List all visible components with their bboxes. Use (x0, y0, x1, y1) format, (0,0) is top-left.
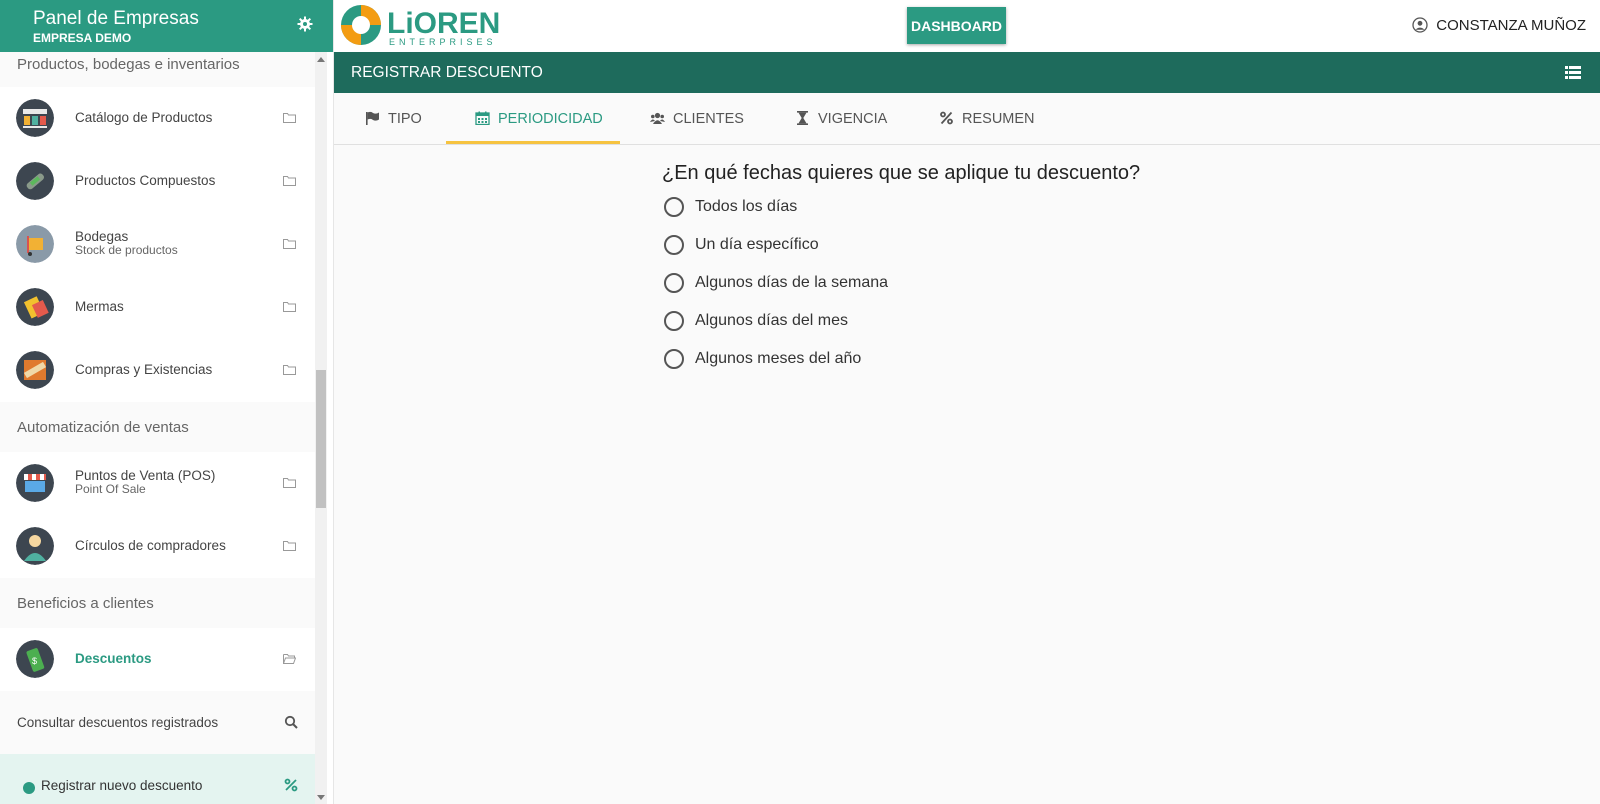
sidebar-item-label: Puntos de Venta (POS) Point Of Sale (75, 468, 216, 496)
tab-resumen[interactable]: RESUMEN (939, 93, 1049, 144)
folder-icon (283, 239, 296, 249)
sidebar-item-label: Mermas (75, 299, 124, 314)
periodicity-form: ¿En qué fechas quieres que se aplique tu… (662, 162, 1140, 387)
composite-products-icon (16, 162, 54, 200)
subitem-registrar-descuento[interactable]: Registrar nuevo descuento (0, 754, 320, 804)
sidebar-company: EMPRESA DEMO (33, 31, 132, 45)
users-icon (650, 112, 665, 124)
sidebar-item-label: Bodegas Stock de productos (75, 229, 178, 257)
sidebar-item-compuestos[interactable]: Productos Compuestos (0, 150, 320, 213)
sidebar-item-label: Círculos de compradores (75, 538, 226, 553)
folder-icon (283, 302, 296, 312)
tab-vigencia[interactable]: VIGENCIA (795, 93, 905, 144)
catalog-icon (16, 99, 54, 137)
folder-icon (283, 365, 296, 375)
list-menu-icon[interactable] (1565, 66, 1581, 79)
sidebar-item-pos[interactable]: Puntos de Venta (POS) Point Of Sale (0, 452, 320, 515)
chevron-circle-icon (23, 782, 35, 794)
sidebar-item-bodegas[interactable]: Bodegas Stock de productos (0, 213, 320, 276)
warehouse-icon (16, 225, 54, 263)
sidebar-item-sublabel: Point Of Sale (75, 482, 146, 496)
sidebar-header: Panel de Empresas EMPRESA DEMO (0, 0, 333, 52)
section-products: Productos, bodegas e inventarios (0, 52, 320, 87)
sidebar-item-sublabel: Stock de productos (75, 243, 178, 257)
folder-open-icon (283, 654, 296, 664)
option-label: Algunos días de la semana (695, 274, 889, 291)
tab-clientes[interactable]: CLIENTES (650, 93, 760, 144)
scrollbar-thumb[interactable] (316, 370, 326, 508)
radio-button[interactable] (664, 349, 684, 369)
user-circle-icon (1412, 17, 1428, 33)
buyers-circle-icon (16, 527, 54, 565)
flag-icon (366, 111, 379, 125)
radio-button[interactable] (664, 273, 684, 293)
subitem-label: Consultar descuentos registrados (17, 715, 219, 730)
svg-text:$: $ (32, 656, 37, 666)
sidebar-item-label: Compras y Existencias (75, 362, 213, 377)
sidebar-item-label: Descuentos (75, 651, 152, 666)
sidebar-item-mermas[interactable]: Mermas (0, 276, 320, 339)
user-name: CONSTANZA MUÑOZ (1436, 17, 1586, 34)
option-label: Todos los días (695, 198, 798, 215)
store-icon (16, 464, 54, 502)
folder-icon (283, 113, 296, 123)
purchases-icon (16, 351, 54, 389)
gear-icon[interactable] (297, 16, 313, 32)
option-label: Un día específico (695, 236, 819, 253)
lioren-logo[interactable]: LiOREN ENTERPRISES (339, 3, 519, 47)
top-bar: LiOREN ENTERPRISES DASHBOARD CONSTANZA M… (334, 0, 1600, 52)
sidebar-item-label: Productos Compuestos (75, 173, 216, 188)
radio-button[interactable] (664, 197, 684, 217)
sidebar-scrollbar[interactable] (315, 52, 327, 804)
sidebar-menu: Productos, bodegas e inventarios Catálog… (0, 52, 320, 804)
user-menu[interactable]: CONSTANZA MUÑOZ (1412, 17, 1586, 34)
folder-icon (283, 478, 296, 488)
subitem-label: Registrar nuevo descuento (41, 778, 203, 793)
option-dias-semana[interactable]: Algunos días de la semana (662, 273, 1140, 311)
sidebar-item-compras[interactable]: Compras y Existencias (0, 339, 320, 402)
sidebar-item-circulos[interactable]: Círculos de compradores (0, 515, 320, 578)
percent-icon (940, 111, 953, 125)
scroll-down-icon[interactable] (317, 795, 325, 800)
sidebar: Panel de Empresas EMPRESA DEMO Productos… (0, 0, 334, 804)
svg-text:ENTERPRISES: ENTERPRISES (389, 37, 497, 47)
option-dias-mes[interactable]: Algunos días del mes (662, 311, 1140, 349)
folder-icon (283, 541, 296, 551)
option-un-dia-especifico[interactable]: Un día específico (662, 235, 1140, 273)
wizard-tabs: TIPO PERIODICIDAD CLIENTES VIGENCIA RESU… (334, 93, 1600, 145)
search-icon (284, 715, 298, 729)
scroll-up-icon[interactable] (317, 57, 325, 62)
calendar-icon (475, 111, 490, 125)
option-label: Algunos meses del año (695, 350, 862, 367)
section-client-benefits: Beneficios a clientes (0, 578, 320, 628)
page-title-bar: REGISTRAR DESCUENTO (334, 52, 1600, 93)
hourglass-icon (797, 111, 808, 125)
tab-tipo[interactable]: TIPO (365, 93, 435, 144)
sidebar-title: Panel de Empresas (33, 8, 199, 29)
option-meses-anio[interactable]: Algunos meses del año (662, 349, 1140, 387)
radio-button[interactable] (664, 311, 684, 331)
tab-periodicidad[interactable]: PERIODICIDAD (446, 93, 620, 144)
page-title: REGISTRAR DESCUENTO (351, 64, 543, 81)
dashboard-button[interactable]: DASHBOARD (907, 7, 1006, 44)
option-label: Algunos días del mes (695, 312, 848, 329)
discount-tag-icon: $ (16, 640, 54, 678)
svg-text:LiOREN: LiOREN (387, 7, 500, 40)
section-sales-automation: Automatización de ventas (0, 402, 320, 452)
sidebar-item-label: Catálogo de Productos (75, 110, 213, 125)
question-heading: ¿En qué fechas quieres que se aplique tu… (662, 162, 1141, 184)
sidebar-item-descuentos[interactable]: $ Descuentos (0, 628, 320, 691)
sidebar-item-catalogo[interactable]: Catálogo de Productos (0, 87, 320, 150)
percent-icon (284, 778, 298, 792)
subitem-consultar-descuentos[interactable]: Consultar descuentos registrados (0, 691, 320, 754)
radio-button[interactable] (664, 235, 684, 255)
option-todos-los-dias[interactable]: Todos los días (662, 197, 1140, 235)
waste-icon (16, 288, 54, 326)
folder-icon (283, 176, 296, 186)
